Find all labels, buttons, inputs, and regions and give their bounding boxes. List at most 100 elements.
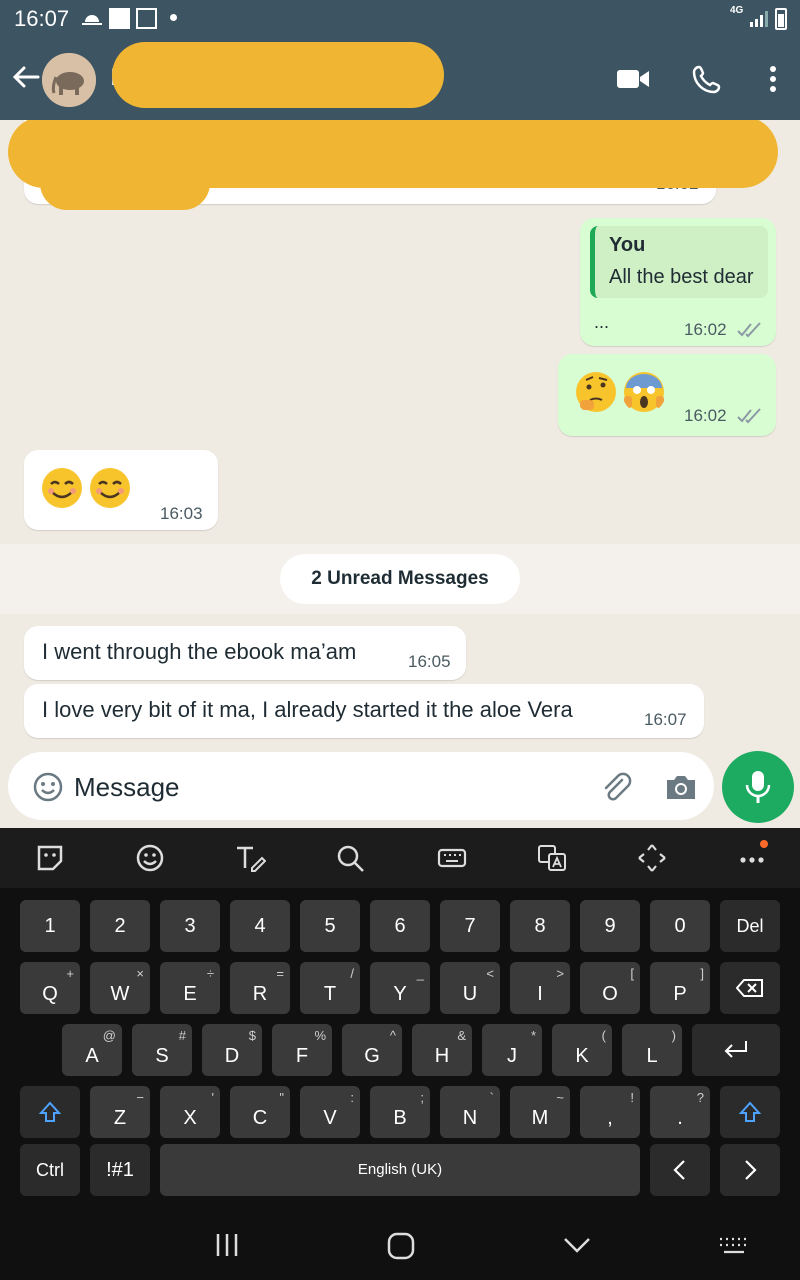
key-t[interactable]: / T	[300, 962, 360, 1014]
key-x[interactable]: ' X	[160, 1086, 220, 1138]
message-bubble-incoming[interactable]: 16:03	[24, 450, 218, 530]
search-icon[interactable]	[334, 842, 366, 874]
translate-icon[interactable]	[536, 842, 568, 874]
key-u[interactable]: < U	[440, 962, 500, 1014]
read-ticks-icon	[737, 322, 761, 338]
key-e[interactable]: ÷ E	[160, 962, 220, 1014]
key-7[interactable]: 7	[440, 900, 500, 952]
redaction-mark	[112, 42, 444, 108]
quoted-message[interactable]: You All the best dear	[590, 226, 768, 298]
key-9[interactable]: 9	[580, 900, 640, 952]
key-period[interactable]: ?.	[650, 1086, 710, 1138]
key-o[interactable]: [O	[580, 962, 640, 1014]
key-p[interactable]: ] P	[650, 962, 710, 1014]
recent-apps-icon[interactable]	[214, 1232, 240, 1258]
more-notifications-icon	[170, 14, 177, 21]
emoji-icon[interactable]	[134, 842, 166, 874]
ctrl-key[interactable]: Ctrl	[20, 1144, 80, 1196]
message-time: 16:03	[160, 504, 203, 523]
key-8[interactable]: 8	[510, 900, 570, 952]
message-time: 16:05	[408, 652, 451, 671]
voice-record-button[interactable]	[722, 751, 794, 823]
key-j[interactable]: * J	[482, 1024, 542, 1076]
key-0[interactable]: 0	[650, 900, 710, 952]
chevron-right-icon	[745, 1160, 757, 1180]
face-screaming-in-fear-icon	[624, 372, 664, 412]
shift-key-right[interactable]	[720, 1086, 780, 1138]
keyboard: 1 2 3 4 5 6 7 8 9 0 Del + Q × W ÷ E = R / T _…	[0, 888, 800, 1208]
cursor-left-key[interactable]	[650, 1144, 710, 1196]
message-bubble-outgoing[interactable]: You All the best dear ... 16:02	[580, 218, 776, 346]
smiling-face-icon	[42, 468, 82, 508]
cursor-right-key[interactable]	[720, 1144, 780, 1196]
message-input[interactable]: Message	[74, 772, 180, 803]
network-type: 4G	[730, 5, 744, 16]
signal-icon	[750, 11, 768, 27]
key-comma[interactable]: !,	[580, 1086, 640, 1138]
navigation-bar	[0, 1208, 800, 1280]
key-r[interactable]: = R	[230, 962, 290, 1014]
key-6[interactable]: 6	[370, 900, 430, 952]
key-g[interactable]: ^ G	[342, 1024, 402, 1076]
message-input-container[interactable]: Message	[8, 752, 714, 820]
space-bar[interactable]: English (UK)	[160, 1144, 640, 1196]
key-y[interactable]: _ Y	[370, 962, 430, 1014]
camera-icon[interactable]	[664, 772, 698, 802]
video-call-icon[interactable]	[616, 64, 650, 94]
message-bubble-incoming[interactable]: I went through the ebook ma’am 16:05	[24, 626, 466, 680]
message-bubble-outgoing[interactable]: 16:02	[558, 354, 776, 436]
cursor-move-icon[interactable]	[636, 842, 668, 874]
key-q[interactable]: + Q	[20, 962, 80, 1014]
enter-key[interactable]	[692, 1024, 780, 1076]
key-f[interactable]: % F	[272, 1024, 332, 1076]
notification-dot	[760, 840, 768, 848]
key-m[interactable]: ~ M	[510, 1086, 570, 1138]
message-bubble-incoming[interactable]: I love very bit of it ma, I already star…	[24, 684, 704, 738]
symbols-key[interactable]: !#1	[90, 1144, 150, 1196]
key-v[interactable]: :V	[300, 1086, 360, 1138]
attach-icon[interactable]	[598, 770, 632, 804]
keyboard-layout-icon[interactable]	[436, 842, 468, 874]
home-icon[interactable]	[387, 1232, 415, 1260]
chevron-down-icon[interactable]	[563, 1236, 591, 1254]
key-5[interactable]: 5	[300, 900, 360, 952]
keyboard-toolbar	[0, 828, 800, 888]
chat-area[interactable]: 16:02 You All the best dear ... 16:02 16…	[0, 120, 800, 828]
text-style-icon[interactable]	[234, 842, 266, 874]
key-z[interactable]: − Z	[90, 1086, 150, 1138]
key-w[interactable]: × W	[90, 962, 150, 1014]
back-arrow-icon[interactable]	[10, 62, 40, 92]
key-s[interactable]: # S	[132, 1024, 192, 1076]
notification-icon	[109, 8, 130, 29]
key-l[interactable]: ) L	[622, 1024, 682, 1076]
key-3[interactable]: 3	[160, 900, 220, 952]
key-1[interactable]: 1	[20, 900, 80, 952]
read-ticks-icon	[737, 408, 761, 424]
unread-messages-label: 2 Unread Messages	[280, 554, 520, 604]
key-i[interactable]: > I	[510, 962, 570, 1014]
key-n[interactable]: ` N	[440, 1086, 500, 1138]
key-b[interactable]: ; B	[370, 1086, 430, 1138]
message-time: 16:02	[684, 406, 727, 425]
key-a[interactable]: @ A	[62, 1024, 122, 1076]
key-k[interactable]: (K	[552, 1024, 612, 1076]
chevron-left-icon	[673, 1160, 685, 1180]
sticker-icon[interactable]	[34, 842, 66, 874]
key-del[interactable]: Del	[720, 900, 780, 952]
shift-icon	[38, 1101, 62, 1122]
status-bar: 16:07 4G	[0, 0, 800, 40]
more-options-icon[interactable]	[756, 64, 790, 94]
key-c[interactable]: " C	[230, 1086, 290, 1138]
key-d[interactable]: $ D	[202, 1024, 262, 1076]
key-h[interactable]: & H	[412, 1024, 472, 1076]
voice-call-icon[interactable]	[690, 64, 724, 94]
keyboard-icon[interactable]	[718, 1236, 750, 1256]
avatar[interactable]	[42, 53, 96, 107]
backspace-key[interactable]	[720, 962, 780, 1014]
quoted-text: All the best dear	[609, 266, 754, 288]
emoji-picker-icon[interactable]	[32, 771, 64, 803]
key-4[interactable]: 4	[230, 900, 290, 952]
shift-key-left[interactable]	[20, 1086, 80, 1138]
backspace-icon	[735, 979, 763, 997]
key-2[interactable]: 2	[90, 900, 150, 952]
